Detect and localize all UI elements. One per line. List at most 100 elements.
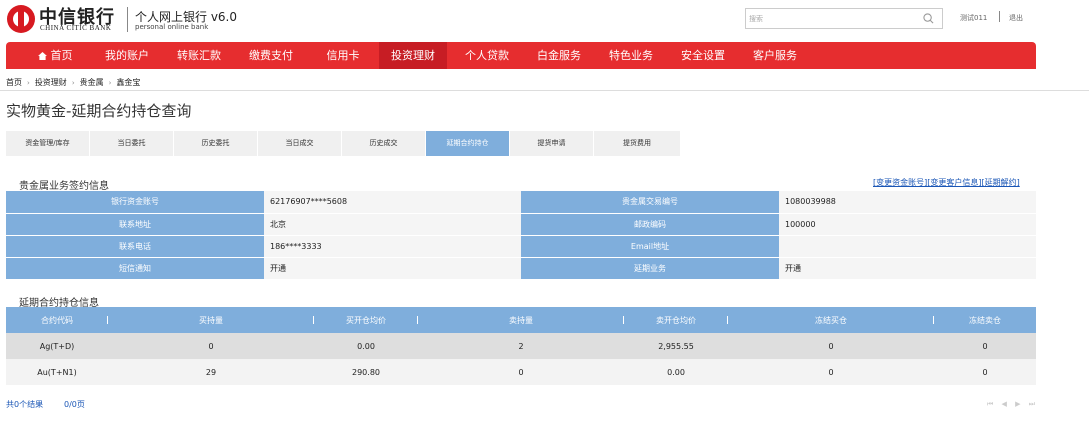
info-label: 银行资金账号 — [6, 191, 264, 214]
citic-logo-icon[interactable] — [7, 5, 35, 33]
table-header-row: 合约代码 买持量 买开仓均价 卖持量 卖开仓均价 冻结买仓 冻结卖仓 — [6, 307, 1036, 333]
column-header: 冻结买仓 — [728, 307, 934, 333]
page-title: 实物黄金-延期合约持仓查询 — [6, 102, 192, 120]
main-nav: 首页 我的账户 转账汇款 缴费支付 信用卡 投资理财 个人贷款 白金服务 特色业… — [6, 42, 1036, 69]
column-header: 冻结卖仓 — [934, 307, 1036, 333]
column-header: 合约代码 — [6, 307, 108, 333]
column-header-label: 合约代码 — [41, 315, 73, 325]
breadcrumb-precious-metals[interactable]: 贵金属 — [80, 77, 104, 88]
breadcrumb-home[interactable]: 首页 — [6, 77, 22, 88]
info-label: Email地址 — [521, 235, 779, 258]
tab-fund-management[interactable]: 资金管理/库存 — [6, 131, 90, 156]
subtab-bar: 资金管理/库存 当日委托 历史委托 当日成交 历史成交 延期合约持仓 提货申请 … — [6, 131, 680, 156]
table-cell: Ag(T+D) — [6, 333, 108, 359]
tab-today-orders[interactable]: 当日委托 — [90, 131, 174, 156]
info-value — [779, 235, 1036, 258]
header-divider — [127, 7, 128, 32]
search-input[interactable] — [749, 10, 919, 27]
account-change-links[interactable]: [变更资金账号][变更客户信息][延期解约] — [873, 177, 1020, 188]
result-count: 共0个结果 — [6, 400, 44, 409]
header: 中信银行 CHINA CITIC BANK 个人网上银行 v6.0 person… — [0, 0, 1089, 40]
column-header: 买持量 — [108, 307, 314, 333]
table-cell: 0 — [934, 359, 1036, 385]
nav-item-platinum-service[interactable]: 白金服务 — [528, 42, 590, 69]
search-box — [745, 8, 943, 29]
tab-delivery-request[interactable]: 提货申请 — [510, 131, 594, 156]
nav-item-customer-service[interactable]: 客户服务 — [744, 42, 806, 69]
sign-info-table: 银行资金账号 62176907****5608 贵金属交易编号 10800399… — [6, 191, 1036, 280]
info-row: 短信通知 开通 延期业务 开通 — [6, 257, 1036, 280]
sign-info-title: 贵金属业务签约信息 — [19, 181, 109, 192]
breadcrumb-divider — [0, 90, 1089, 91]
pager-icon[interactable]: ⏮ ◀ ▶ ⏭ — [987, 400, 1038, 409]
chevron-right-icon: › — [71, 79, 75, 87]
column-header: 买开仓均价 — [314, 307, 418, 333]
tab-deferred-positions[interactable]: 延期合约持仓 — [426, 131, 510, 156]
table-cell: 0.00 — [624, 359, 728, 385]
table-cell: 0.00 — [314, 333, 418, 359]
tab-delivery-fees[interactable]: 提货费用 — [594, 131, 680, 156]
table-cell: 0 — [728, 333, 934, 359]
chevron-right-icon: › — [27, 79, 30, 87]
table-cell: Au(T+N1) — [6, 359, 108, 385]
table-cell: 0 — [108, 333, 314, 359]
breadcrumb-xinjinbao[interactable]: 鑫金宝 — [116, 77, 140, 88]
user-name-link[interactable]: 测试011 — [960, 13, 987, 23]
info-value: 开通 — [264, 257, 521, 280]
column-header: 卖开仓均价 — [624, 307, 728, 333]
info-label: 联系地址 — [6, 213, 264, 236]
user-divider — [999, 11, 1000, 22]
breadcrumb-investment[interactable]: 投资理财 — [35, 77, 67, 88]
tab-history-orders[interactable]: 历史委托 — [174, 131, 258, 156]
table-cell: 290.80 — [314, 359, 418, 385]
column-header-label: 冻结买仓 — [815, 315, 847, 325]
nav-item-label: 首页 — [50, 49, 73, 62]
nav-item-credit-card[interactable]: 信用卡 — [312, 42, 374, 69]
info-label: 联系电话 — [6, 235, 264, 258]
nav-item-payment[interactable]: 缴费支付 — [240, 42, 302, 69]
table-row[interactable]: Ag(T+D) 0 0.00 2 2,955.55 0 0 — [6, 333, 1036, 359]
column-header-label: 卖开仓均价 — [656, 315, 696, 325]
search-icon[interactable] — [923, 13, 934, 24]
nav-item-investment[interactable]: 投资理财 — [379, 42, 447, 69]
info-value: 186****3333 — [264, 235, 521, 258]
nav-item-security-settings[interactable]: 安全设置 — [672, 42, 734, 69]
info-label: 邮政编码 — [521, 213, 779, 236]
column-header-label: 买开仓均价 — [346, 315, 386, 325]
nav-item-special-business[interactable]: 特色业务 — [600, 42, 662, 69]
nav-item-personal-loan[interactable]: 个人贷款 — [456, 42, 518, 69]
chevron-right-icon: › — [108, 79, 112, 87]
home-icon — [37, 52, 47, 60]
info-value: 1080039988 — [779, 191, 1036, 214]
table-cell: 2,955.55 — [624, 333, 728, 359]
table-cell: 29 — [108, 359, 314, 385]
info-value: 62176907****5608 — [264, 191, 521, 214]
info-value: 北京 — [264, 213, 521, 236]
holdings-table: 合约代码 买持量 买开仓均价 卖持量 卖开仓均价 冻结买仓 冻结卖仓 Ag(T+… — [6, 307, 1036, 385]
bank-name-en: CHINA CITIC BANK — [40, 24, 112, 32]
table-row[interactable]: Au(T+N1) 29 290.80 0 0.00 0 0 — [6, 359, 1036, 385]
column-header: 卖持量 — [418, 307, 624, 333]
info-row: 联系电话 186****3333 Email地址 — [6, 235, 1036, 258]
info-label: 延期业务 — [521, 257, 779, 280]
column-header-label: 卖持量 — [509, 315, 533, 325]
info-label: 贵金属交易编号 — [521, 191, 779, 214]
tab-history-trades[interactable]: 历史成交 — [342, 131, 426, 156]
column-header-label: 买持量 — [199, 315, 223, 325]
product-name-en: personal online bank — [135, 23, 209, 31]
info-row: 银行资金账号 62176907****5608 贵金属交易编号 10800399… — [6, 191, 1036, 214]
nav-item-home[interactable]: 首页 — [24, 42, 86, 69]
nav-item-my-account[interactable]: 我的账户 — [96, 42, 158, 69]
column-header-label: 冻结卖仓 — [969, 315, 1001, 325]
table-cell: 2 — [418, 333, 624, 359]
tab-today-trades[interactable]: 当日成交 — [258, 131, 342, 156]
info-row: 联系地址 北京 邮政编码 100000 — [6, 213, 1036, 236]
info-value: 100000 — [779, 213, 1036, 236]
logout-link[interactable]: 退出 — [1009, 13, 1023, 23]
breadcrumb: 首页 › 投资理财 › 贵金属 › 鑫金宝 — [6, 77, 140, 88]
info-label: 短信通知 — [6, 257, 264, 280]
table-cell: 0 — [728, 359, 934, 385]
nav-item-transfer[interactable]: 转账汇款 — [168, 42, 230, 69]
info-value: 开通 — [779, 257, 1036, 280]
table-cell: 0 — [934, 333, 1036, 359]
